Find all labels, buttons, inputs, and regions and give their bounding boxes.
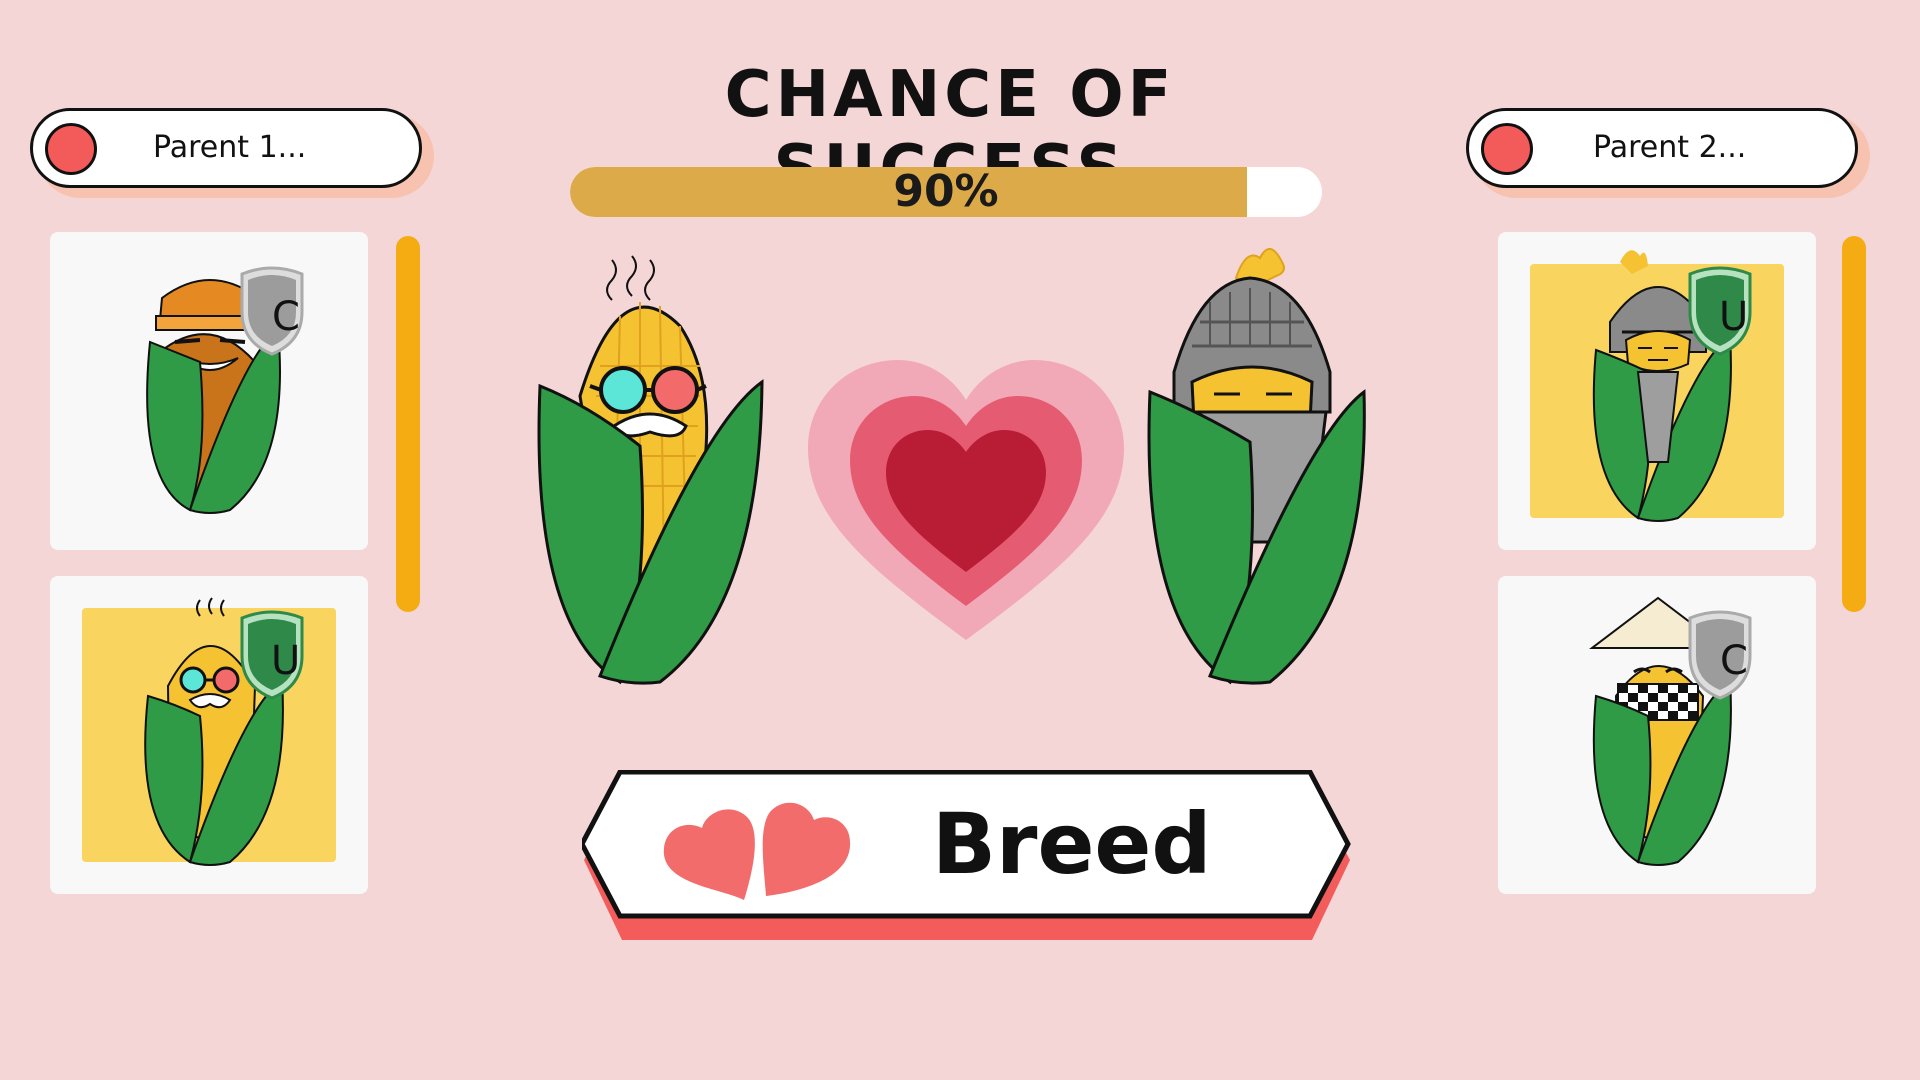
parent2-selector[interactable]: Parent 2... [1466, 108, 1858, 188]
progress-label: 90% [893, 167, 999, 217]
professor-corn-icon: U [144, 597, 304, 866]
parent2-status-dot [1481, 123, 1533, 175]
parent2-scrollbar[interactable] [1842, 236, 1866, 612]
hearts-icon [663, 802, 851, 900]
parent2-label: Parent 2... [1593, 130, 1747, 165]
svg-text:U: U [1719, 294, 1748, 340]
parent1-card-professor-corn[interactable]: U [50, 576, 368, 894]
breed-button-label: Breed [932, 795, 1212, 893]
svg-text:U: U [271, 638, 300, 684]
heart-icon [808, 360, 1124, 640]
parent1-scrollbar[interactable] [396, 236, 420, 612]
breed-button[interactable]: Breed [582, 770, 1352, 942]
svg-text:C: C [1720, 638, 1748, 684]
parent2-card-knight-corn[interactable]: U [1498, 232, 1816, 550]
parent1-selector[interactable]: Parent 1... [30, 108, 422, 188]
rarity-badge-text: C [272, 294, 300, 340]
parent1-status-dot [45, 123, 97, 175]
success-progress-bar: 90% [570, 167, 1322, 217]
knight-corn-icon: U [1592, 250, 1752, 522]
center-professor-corn [537, 255, 764, 685]
miner-corn-icon: C [146, 266, 304, 514]
parent2-card-straw-hat-corn[interactable]: C [1498, 576, 1816, 894]
parent1-label: Parent 1... [153, 130, 307, 165]
center-knight-corn [1147, 248, 1366, 685]
straw-hat-corn-icon: C [1589, 596, 1752, 866]
parent1-card-miner-corn[interactable]: C [50, 232, 368, 550]
